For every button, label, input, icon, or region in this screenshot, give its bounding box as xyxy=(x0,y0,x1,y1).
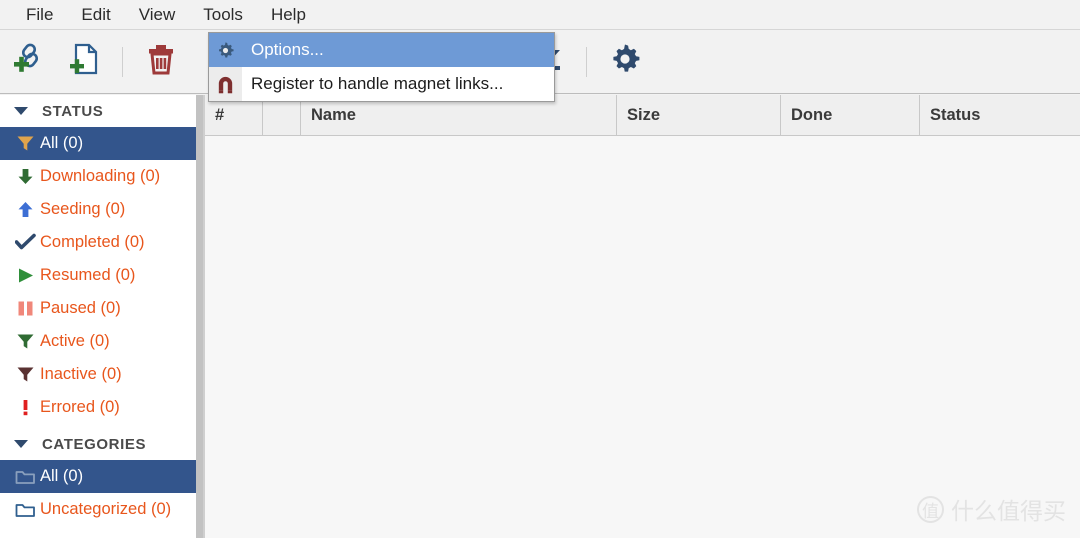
funnel-icon xyxy=(10,332,40,351)
menu-edit[interactable]: Edit xyxy=(67,3,124,27)
delete-button[interactable] xyxy=(133,34,189,90)
sidebar-item-inactive[interactable]: Inactive (0) xyxy=(0,358,196,391)
folder-icon xyxy=(10,501,40,519)
magnet-icon xyxy=(209,74,242,95)
status-group-label: STATUS xyxy=(42,102,104,120)
menu-file[interactable]: File xyxy=(12,3,67,27)
sidebar-item-label: Active (0) xyxy=(40,332,110,350)
funnel-icon xyxy=(10,365,40,384)
sidebar-item-label: Resumed (0) xyxy=(40,266,136,284)
sidebar-item-all-status[interactable]: All (0) xyxy=(0,127,196,160)
trash-icon xyxy=(143,41,179,82)
status-group-header[interactable]: STATUS xyxy=(0,95,196,127)
sidebar-item-paused[interactable]: Paused (0) xyxy=(0,292,196,325)
file-plus-icon xyxy=(65,40,103,83)
check-icon xyxy=(10,233,40,252)
watermark: 值 什么值得买 xyxy=(917,492,1066,526)
sidebar-item-label: All (0) xyxy=(40,134,84,152)
sidebar-item-label: Completed (0) xyxy=(40,233,145,251)
sidebar-item-label: Seeding (0) xyxy=(40,200,126,218)
menu-bar: File Edit View Tools Help xyxy=(0,0,1080,30)
sidebar-item-errored[interactable]: Errored (0) xyxy=(0,391,196,424)
pause-icon xyxy=(10,299,40,318)
table-body[interactable] xyxy=(205,136,1080,538)
torrent-list-panel: # Name Size Done Status xyxy=(205,95,1080,538)
exclamation-icon xyxy=(10,398,40,417)
sidebar-item-label: Paused (0) xyxy=(40,299,121,317)
sidebar-item-label: Errored (0) xyxy=(40,398,120,416)
sidebar-item-label: Downloading (0) xyxy=(40,167,161,185)
sidebar-item-all-categories[interactable]: All (0) xyxy=(0,460,196,493)
arrow-down-icon xyxy=(10,167,40,186)
add-torrent-link-button[interactable] xyxy=(0,34,56,90)
watermark-logo: 值 xyxy=(917,495,944,523)
chevron-down-icon xyxy=(14,107,28,115)
link-plus-icon xyxy=(9,40,47,83)
sidebar-item-label: Inactive (0) xyxy=(40,365,122,383)
arrow-up-icon xyxy=(10,200,40,219)
column-header-size[interactable]: Size xyxy=(617,95,781,135)
sidebar-item-downloading[interactable]: Downloading (0) xyxy=(0,160,196,193)
sidebar-item-resumed[interactable]: Resumed (0) xyxy=(0,259,196,292)
menu-help[interactable]: Help xyxy=(257,3,320,27)
menu-view[interactable]: View xyxy=(125,3,190,27)
sidebar-scrollbar-thumb[interactable] xyxy=(196,95,203,538)
gear-icon xyxy=(608,42,642,81)
menu-item-register-magnet[interactable]: Register to handle magnet links... xyxy=(209,67,554,101)
menu-item-label: Register to handle magnet links... xyxy=(251,74,504,93)
preferences-button[interactable] xyxy=(597,34,653,90)
sidebar-item-label: Uncategorized (0) xyxy=(40,500,172,518)
categories-group-header[interactable]: CATEGORIES xyxy=(0,428,196,460)
sidebar-item-active[interactable]: Active (0) xyxy=(0,325,196,358)
sidebar-item-uncategorized[interactable]: Uncategorized (0) xyxy=(0,493,196,526)
column-header-status[interactable]: Status xyxy=(920,95,1080,135)
sidebar-item-label: All (0) xyxy=(40,467,84,485)
torrent-client-window: File Edit View Tools Help STATUS All (0)… xyxy=(0,0,1080,538)
play-icon xyxy=(10,266,40,285)
categories-group-label: CATEGORIES xyxy=(42,435,147,453)
gear-icon xyxy=(209,41,242,60)
add-torrent-file-button[interactable] xyxy=(56,34,112,90)
menu-item-label: Options... xyxy=(251,40,324,59)
toolbar-separator-1 xyxy=(122,46,123,77)
chevron-down-icon xyxy=(14,440,28,448)
sidebar-scrollbar[interactable] xyxy=(196,95,203,538)
toolbar-separator-2 xyxy=(586,46,587,77)
sidebar: STATUS All (0) Downloading (0) Seeding (… xyxy=(0,95,196,538)
funnel-icon xyxy=(10,134,40,153)
folder-icon xyxy=(10,468,40,486)
sidebar-item-seeding[interactable]: Seeding (0) xyxy=(0,193,196,226)
menu-item-options[interactable]: Options... xyxy=(209,33,554,67)
column-header-done[interactable]: Done xyxy=(781,95,920,135)
tools-context-menu: Options... Register to handle magnet lin… xyxy=(208,32,555,102)
menu-tools[interactable]: Tools xyxy=(189,3,257,27)
sidebar-item-completed[interactable]: Completed (0) xyxy=(0,226,196,259)
watermark-text: 什么值得买 xyxy=(951,499,1066,525)
